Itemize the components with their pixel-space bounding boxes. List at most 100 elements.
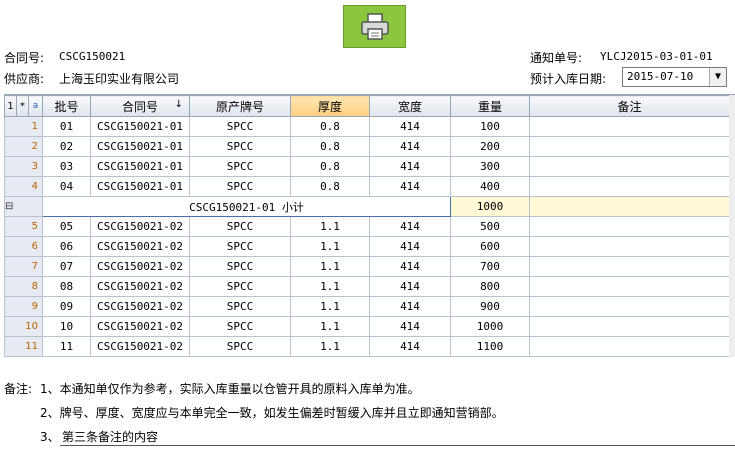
cell-note[interactable] [529, 316, 730, 337]
print-button[interactable] [343, 5, 406, 48]
cell-contract[interactable]: CSCG150021-01 [90, 156, 190, 177]
cell-weight[interactable]: 700 [450, 256, 530, 277]
cell-note[interactable] [529, 216, 730, 237]
cell-batch[interactable]: 01 [42, 116, 91, 137]
cell-width[interactable]: 414 [369, 216, 451, 237]
cell-width[interactable]: 414 [369, 136, 451, 157]
cell-batch[interactable]: 11 [42, 336, 91, 357]
cell-contract[interactable]: CSCG150021-02 [90, 276, 190, 297]
cell-grade[interactable]: SPCC [189, 336, 291, 357]
cell-thickness[interactable]: 1.1 [290, 296, 370, 317]
cell-weight[interactable]: 300 [450, 156, 530, 177]
cell-width[interactable]: 414 [369, 116, 451, 137]
filter-header[interactable]: a [28, 95, 43, 117]
cell-thickness[interactable]: 1.1 [290, 316, 370, 337]
note-3-input[interactable] [60, 427, 735, 446]
table-row[interactable]: 10 10 CSCG150021-02 SPCC 1.1 414 1000 [4, 316, 730, 337]
cell-thickness[interactable]: 1.1 [290, 216, 370, 237]
table-row[interactable]: 9 09 CSCG150021-02 SPCC 1.1 414 900 [4, 296, 730, 317]
col-header-note[interactable]: 备注 [529, 95, 730, 117]
cell-note[interactable] [529, 176, 730, 197]
cell-contract[interactable]: CSCG150021-02 [90, 336, 190, 357]
cell-batch[interactable]: 09 [42, 296, 91, 317]
cell-note[interactable] [529, 116, 730, 137]
cell-batch[interactable]: 05 [42, 216, 91, 237]
cell-note[interactable] [529, 236, 730, 257]
cell-width[interactable]: 414 [369, 276, 451, 297]
table-row[interactable]: 6 06 CSCG150021-02 SPCC 1.1 414 600 [4, 236, 730, 257]
cell-contract[interactable]: CSCG150021-01 [90, 176, 190, 197]
cell-contract[interactable]: CSCG150021-02 [90, 216, 190, 237]
cell-width[interactable]: 414 [369, 316, 451, 337]
cell-weight[interactable]: 600 [450, 236, 530, 257]
table-row[interactable]: 2 02 CSCG150021-01 SPCC 0.8 414 200 [4, 136, 730, 157]
cell-grade[interactable]: SPCC [189, 116, 291, 137]
cell-batch[interactable]: 07 [42, 256, 91, 277]
table-row[interactable]: 8 08 CSCG150021-02 SPCC 1.1 414 800 [4, 276, 730, 297]
table-row[interactable]: 1 01 CSCG150021-01 SPCC 0.8 414 100 [4, 116, 730, 137]
cell-weight[interactable]: 400 [450, 176, 530, 197]
subtotal-row[interactable]: ⊟CSCG150021-02 小计7000 [4, 356, 730, 357]
col-header-contract[interactable]: 合同号 ↓ [90, 95, 190, 117]
cell-weight[interactable]: 500 [450, 216, 530, 237]
cell-grade[interactable]: SPCC [189, 156, 291, 177]
cell-width[interactable]: 414 [369, 176, 451, 197]
cell-grade[interactable]: SPCC [189, 316, 291, 337]
cell-weight[interactable]: 1100 [450, 336, 530, 357]
cell-grade[interactable]: SPCC [189, 256, 291, 277]
cell-grade[interactable]: SPCC [189, 136, 291, 157]
cell-contract[interactable]: CSCG150021-02 [90, 236, 190, 257]
col-header-grade[interactable]: 原产牌号 [189, 95, 291, 117]
cell-note[interactable] [529, 276, 730, 297]
cell-grade[interactable]: SPCC [189, 216, 291, 237]
cell-note[interactable] [529, 296, 730, 317]
cell-weight[interactable]: 800 [450, 276, 530, 297]
cell-thickness[interactable]: 1.1 [290, 236, 370, 257]
cell-contract[interactable]: CSCG150021-01 [90, 136, 190, 157]
collapse-group-icon[interactable]: ⊟ [4, 196, 43, 217]
cell-batch[interactable]: 02 [42, 136, 91, 157]
chevron-down-icon[interactable]: ▼ [709, 68, 726, 86]
subtotal-row[interactable]: ⊟ CSCG150021-01 小计 1000 [4, 196, 730, 217]
cell-contract[interactable]: CSCG150021-02 [90, 316, 190, 337]
cell-thickness[interactable]: 1.1 [290, 336, 370, 357]
cell-thickness[interactable]: 1.1 [290, 276, 370, 297]
cell-width[interactable]: 414 [369, 296, 451, 317]
table-row[interactable]: 5 05 CSCG150021-02 SPCC 1.1 414 500 [4, 216, 730, 237]
table-row[interactable]: 11 11 CSCG150021-02 SPCC 1.1 414 1100 [4, 336, 730, 357]
collapse-group-icon[interactable]: ⊟ [4, 356, 43, 357]
vertical-scrollbar[interactable] [729, 95, 735, 357]
table-row[interactable]: 7 07 CSCG150021-02 SPCC 1.1 414 700 [4, 256, 730, 277]
cell-width[interactable]: 414 [369, 336, 451, 357]
cell-batch[interactable]: 08 [42, 276, 91, 297]
cell-thickness[interactable]: 0.8 [290, 176, 370, 197]
cell-weight[interactable]: 1000 [450, 316, 530, 337]
cell-thickness[interactable]: 0.8 [290, 156, 370, 177]
cell-grade[interactable]: SPCC [189, 176, 291, 197]
col-header-weight[interactable]: 重量 [450, 95, 530, 117]
cell-thickness[interactable]: 1.1 [290, 256, 370, 277]
cell-note[interactable] [529, 336, 730, 357]
cell-weight[interactable]: 100 [450, 116, 530, 137]
cell-grade[interactable]: SPCC [189, 236, 291, 257]
arrival-date-picker[interactable]: 2015-07-10 ▼ [622, 67, 727, 87]
cell-note[interactable] [529, 156, 730, 177]
cell-thickness[interactable]: 0.8 [290, 136, 370, 157]
table-row[interactable]: 3 03 CSCG150021-01 SPCC 0.8 414 300 [4, 156, 730, 177]
cell-width[interactable]: 414 [369, 156, 451, 177]
cell-width[interactable]: 414 [369, 256, 451, 277]
select-all-header[interactable]: * [16, 95, 29, 117]
cell-contract[interactable]: CSCG150021-02 [90, 256, 190, 277]
cell-grade[interactable]: SPCC [189, 276, 291, 297]
col-header-width[interactable]: 宽度 [369, 95, 451, 117]
col-header-batch[interactable]: 批号 [42, 95, 91, 117]
cell-contract[interactable]: CSCG150021-01 [90, 116, 190, 137]
cell-note[interactable] [529, 136, 730, 157]
cell-width[interactable]: 414 [369, 236, 451, 257]
cell-batch[interactable]: 06 [42, 236, 91, 257]
cell-contract[interactable]: CSCG150021-02 [90, 296, 190, 317]
cell-thickness[interactable]: 0.8 [290, 116, 370, 137]
cell-batch[interactable]: 03 [42, 156, 91, 177]
col-header-thickness[interactable]: 厚度 [290, 95, 370, 117]
cell-weight[interactable]: 900 [450, 296, 530, 317]
